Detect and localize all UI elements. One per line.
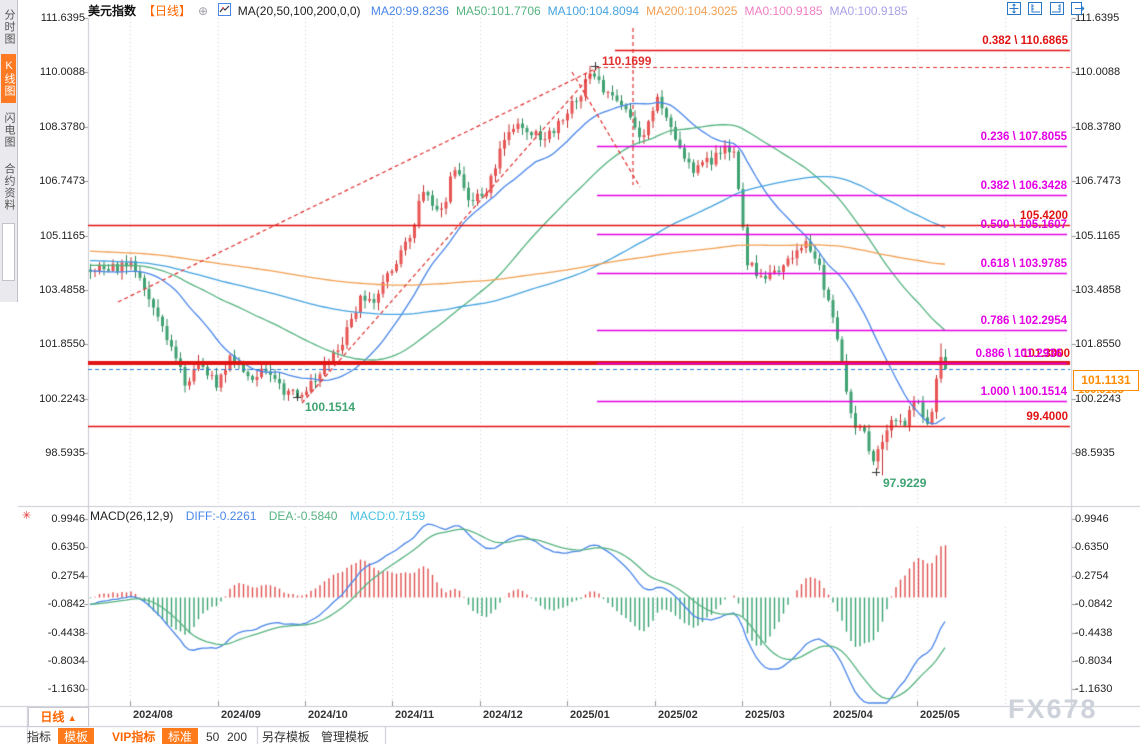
x-axis-month-label: 2024/10 — [308, 709, 348, 721]
price-annotation: 100.1514 — [305, 400, 356, 414]
price-axis-label-right: 101.8550 — [1075, 338, 1121, 351]
fib-level-label: 0.382 \ 106.3428 — [980, 179, 1067, 192]
macd-macd-value: MACD:0.7159 — [349, 509, 426, 523]
sidebar-tab-0[interactable]: 分时图 — [1, 3, 16, 51]
price-axis-label-right: 110.0088 — [1075, 66, 1121, 79]
price-annotation: 97.9229 — [883, 476, 927, 490]
chart-layout-buttons — [1004, 2, 1085, 20]
toolbar-item-7[interactable]: 管理模板 — [321, 730, 369, 744]
fib-level-label: 0.236 \ 107.8055 — [980, 130, 1067, 143]
watermark: FX678 — [1008, 694, 1098, 724]
macd-axis-label-left: 0.9946 — [51, 513, 85, 525]
period-label: 日线 — [40, 710, 65, 724]
x-axis-month-label: 2024/08 — [133, 709, 173, 721]
x-axis-month-label: 2025/01 — [570, 709, 610, 721]
fib-level-label: 0.786 \ 102.2954 — [980, 314, 1067, 327]
macd-axis-label-left: -0.8034 — [47, 655, 85, 667]
ma-settings-icon[interactable] — [218, 2, 232, 16]
macd-axis-label-right: 0.9946 — [1075, 513, 1109, 525]
symbol-name: 美元指数 — [88, 4, 137, 18]
macd-title: MACD(26,12,9) — [90, 509, 174, 523]
ma-value-5: MA0:100.9185 — [829, 3, 908, 18]
price-axis-label-left: 98.5935 — [45, 447, 85, 460]
macd-axis-label-left: 0.6350 — [51, 541, 85, 554]
price-annotation: 110.1699 — [602, 54, 652, 68]
x-axis-month-label: 2024/12 — [483, 709, 523, 721]
period-tag: 【日线】 — [143, 4, 192, 18]
sidebar-tab-3[interactable]: 合约资料 — [1, 157, 16, 217]
macd-axis-label-right: -1.1630 — [1075, 683, 1113, 696]
x-axis-month-label: 2025/02 — [658, 709, 698, 721]
ma-values: MA20:99.8236 MA50:101.7706 MA100:104.8094 M… — [370, 3, 915, 18]
chart-application: 分时图 K线图闪电图合约资料 美元指数 【日线】 ⊕ MA(20,50,100,200… — [0, 0, 1140, 744]
scale-left-icon[interactable] — [1028, 2, 1043, 15]
ma-value-3: MA200:104.3025 — [646, 3, 738, 18]
fib-level-label: 0.618 \ 103.9785 — [980, 258, 1067, 271]
fib-level-label: 1.000 \ 100.1514 — [980, 386, 1067, 399]
x-axis-month-label: 2024/11 — [395, 709, 435, 721]
current-price-badge: 101.1131 — [1073, 370, 1139, 391]
ma-value-0: MA20:99.8236 — [370, 3, 449, 18]
macd-axis-label-right: 0.2754 — [1075, 569, 1109, 582]
price-axis-label-left: 108.3780 — [39, 120, 85, 133]
ma-value-4: MA0:100.9185 — [744, 3, 823, 18]
toolbar-item-3[interactable]: 标准 — [162, 728, 199, 744]
macd-axis-label-right: -0.0842 — [1075, 598, 1113, 611]
sidebar-tab-2[interactable]: 闪电图 — [1, 106, 16, 154]
toolbar-item-4[interactable]: 50 — [206, 730, 219, 744]
fib-level-label: 99.4000 — [1026, 411, 1068, 424]
macd-diff-value: DIFF:-0.2261 — [185, 509, 257, 523]
price-axis-label-left: 101.8550 — [39, 338, 85, 351]
price-axis-label-left: 106.7473 — [39, 175, 85, 188]
chart-header: 美元指数 【日线】 ⊕ MA(20,50,100,200,0,0) MA20:99.… — [88, 2, 922, 18]
macd-axis-label-left: 0.2754 — [51, 569, 85, 582]
toolbar-item-6[interactable]: 另存模板 — [262, 730, 310, 744]
period-dropdown[interactable]: 日线 ▲ — [28, 707, 89, 727]
fib-level-label: 0.500 \ 105.1607 — [980, 219, 1067, 232]
detach-pane-icon[interactable] — [1071, 2, 1085, 15]
price-axis-label-left: 100.2243 — [39, 392, 85, 405]
dropdown-arrow-icon: ▲ — [67, 713, 77, 723]
price-axis-label-left: 110.0088 — [39, 66, 85, 79]
macd-axis-label-left: -0.4438 — [47, 626, 85, 639]
x-axis-month-label: 2025/04 — [833, 709, 873, 721]
price-axis-label-right: 105.1165 — [1075, 229, 1121, 242]
macd-dea-value: DEA:-0.5840 — [268, 509, 338, 523]
crosshair-move-icon[interactable] — [1007, 2, 1021, 15]
macd-header: MACD(26,12,9) DIFF:-0.2261 DEA:-0.5840 M… — [90, 509, 434, 523]
price-axis-label-left: 105.1165 — [39, 229, 85, 242]
chart-type-sidebar: 分时图 K线图闪电图合约资料 — [0, 0, 18, 302]
price-axis-label-left: 103.4858 — [39, 284, 85, 296]
price-axis-label-left: 111.6395 — [40, 12, 85, 24]
macd-axis-label-left: -0.0842 — [47, 598, 85, 611]
x-axis-month-label: 2025/05 — [920, 709, 960, 721]
macd-axis-label-right: -0.4438 — [1075, 626, 1113, 639]
price-axis-label-right: 103.4858 — [1075, 284, 1121, 296]
ma-value-1: MA50:101.7706 — [455, 3, 541, 18]
sidebar-tab-1[interactable]: K线图 — [1, 54, 16, 103]
sidebar-spacer — [2, 223, 15, 281]
fib-level-label: 0.382 \ 110.6865 — [982, 34, 1068, 47]
price-axis-label-right: 108.3780 — [1075, 120, 1121, 133]
chart-canvas[interactable] — [0, 0, 1140, 744]
ma-formula: MA(20,50,100,200,0,0) — [237, 3, 361, 18]
toolbar-item-2[interactable]: VIP指标 — [112, 730, 155, 744]
add-indicator-icon[interactable]: ⊕ — [198, 4, 208, 18]
macd-axis-label-left: -1.1630 — [47, 683, 85, 696]
price-axis-label-right: 106.7473 — [1075, 175, 1121, 188]
toolbar-item-1[interactable]: 模板 — [58, 728, 95, 744]
x-axis-month-label: 2024/09 — [221, 709, 261, 721]
price-axis-label-right: 98.5935 — [1075, 447, 1115, 460]
fib-level-label: 0.886 \ 101.2936 — [975, 348, 1062, 361]
macd-axis-label-right: -0.8034 — [1075, 655, 1113, 667]
macd-axis-label-right: 0.6350 — [1075, 541, 1109, 554]
x-axis-month-label: 2025/03 — [745, 709, 785, 721]
toolbar-item-0[interactable]: 指标 — [27, 730, 51, 744]
scale-right-icon[interactable] — [1049, 2, 1064, 15]
toolbar-item-5[interactable]: 200 — [227, 730, 247, 744]
ma-value-2: MA100:104.8094 — [547, 3, 640, 18]
